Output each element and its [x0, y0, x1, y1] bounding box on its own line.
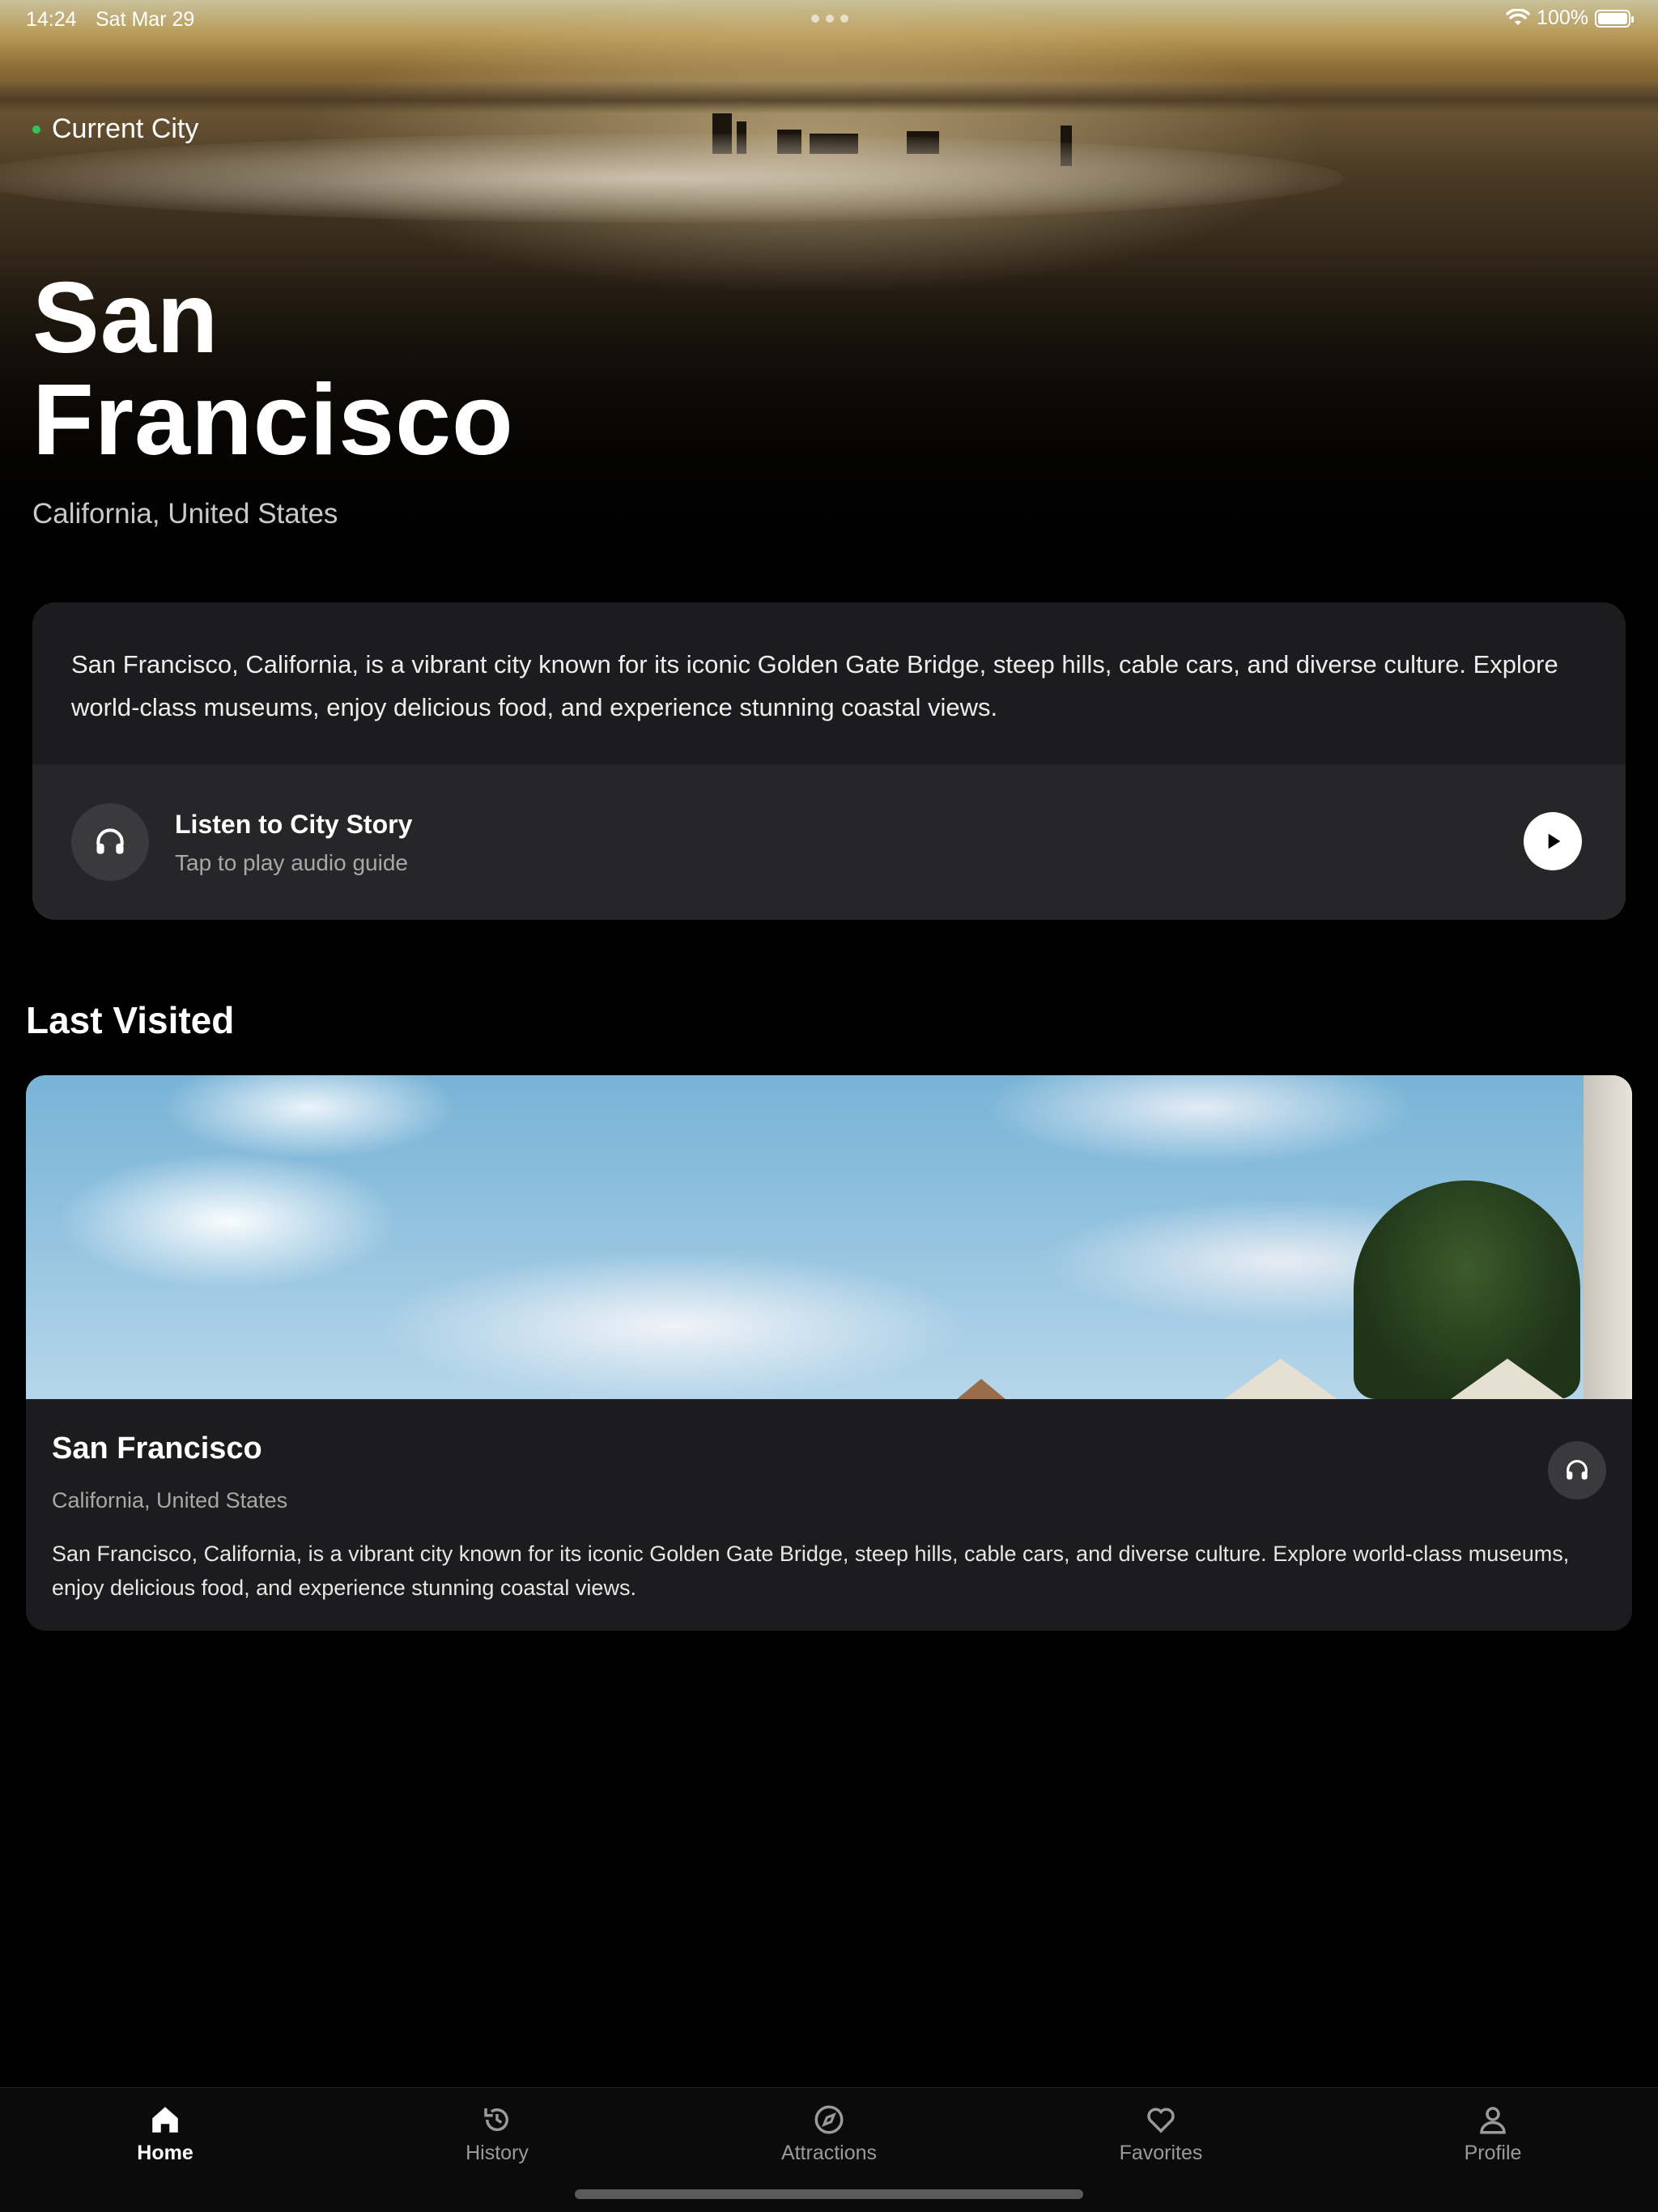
tab-label-profile: Profile [1464, 2142, 1522, 2164]
tab-label-history: History [466, 2142, 529, 2164]
photo-roof [1451, 1359, 1564, 1399]
home-icon [152, 2107, 178, 2133]
listen-city-story-row[interactable]: Listen to City Story Tap to play audio g… [32, 764, 1626, 920]
listen-subtitle: Tap to play audio guide [175, 850, 408, 875]
hero-hills [0, 81, 1658, 113]
status-time: 14:24 [26, 8, 77, 31]
hero-fog [0, 134, 1344, 223]
city-title-line1: San [32, 262, 219, 374]
photo-roof [957, 1379, 1005, 1399]
city-description: San Francisco, California, is a vibrant … [71, 650, 1558, 721]
heart-icon [1147, 2108, 1175, 2133]
compass-icon [814, 2105, 844, 2134]
play-icon [1548, 833, 1561, 849]
tab-history[interactable]: History [376, 2103, 619, 2165]
multitasking-dots-icon[interactable] [811, 15, 848, 23]
home-indicator[interactable] [575, 2189, 1083, 2199]
current-city-label: Current City [52, 113, 199, 144]
city-subtitle: California, United States [32, 498, 338, 530]
live-dot-icon [32, 125, 40, 134]
visit-city-description: San Francisco, California, is a vibrant … [52, 1542, 1570, 1600]
tab-favorites[interactable]: Favorites [1039, 2103, 1282, 2165]
tab-home[interactable]: Home [44, 2103, 287, 2165]
status-bar: 14:24 Sat Mar 29 100% [0, 0, 1658, 39]
tab-label-attractions: Attractions [780, 2142, 878, 2164]
status-date: Sat Mar 29 [96, 8, 195, 31]
status-right: 100% [1506, 6, 1634, 30]
city-title: San Francisco [32, 267, 514, 471]
play-button[interactable] [1524, 812, 1582, 870]
city-photo [26, 1075, 1632, 1399]
visit-city-location: California, United States [52, 1488, 288, 1512]
tab-profile[interactable]: Profile [1371, 2103, 1614, 2165]
tab-label-home: Home [137, 2142, 193, 2164]
history-icon [484, 2108, 508, 2132]
headphones-icon [71, 803, 149, 881]
tab-label-favorites: Favorites [1119, 2142, 1203, 2164]
battery-percent: 100% [1537, 6, 1588, 29]
listen-title: Listen to City Story [175, 810, 413, 839]
person-icon [1480, 2107, 1506, 2134]
last-visited-card[interactable]: San Francisco California, United States … [26, 1075, 1632, 1631]
last-visited-title: Last Visited [26, 999, 235, 1041]
tab-attractions[interactable]: Attractions [708, 2103, 950, 2165]
city-description-card: San Francisco, California, is a vibrant … [32, 602, 1626, 920]
audio-guide-button[interactable] [1548, 1441, 1606, 1499]
visit-city-name: San Francisco [52, 1431, 262, 1465]
photo-building [1584, 1075, 1632, 1399]
headphones-icon [1567, 1460, 1588, 1480]
battery-icon [1595, 9, 1634, 28]
photo-roof [1224, 1359, 1337, 1399]
current-city-badge: Current City [32, 113, 198, 145]
city-title-line2: Francisco [32, 364, 514, 476]
wifi-icon [1506, 8, 1530, 25]
